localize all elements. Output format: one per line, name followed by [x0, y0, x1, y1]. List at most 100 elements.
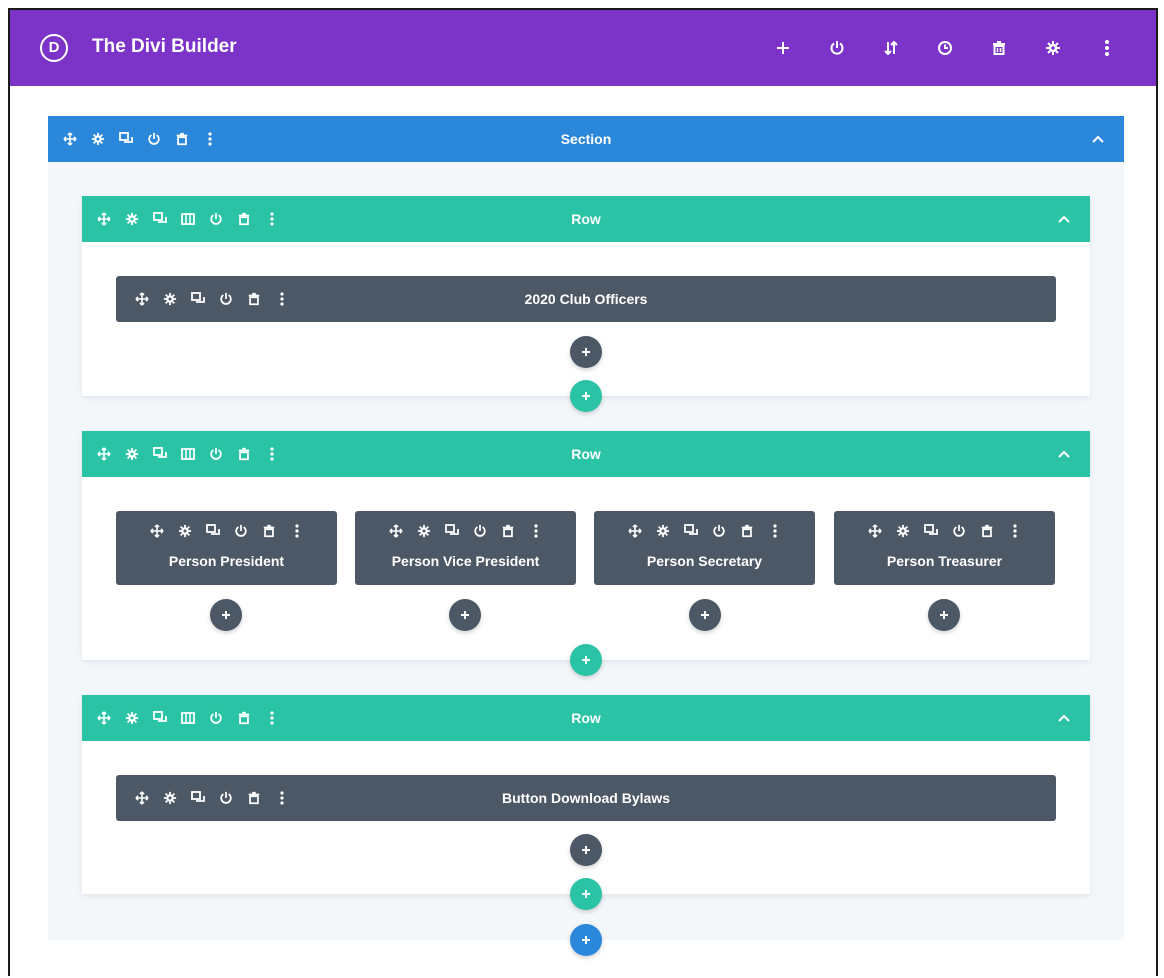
sort-icon[interactable]	[864, 32, 918, 64]
power-icon[interactable]	[472, 523, 488, 539]
more-icon[interactable]	[1007, 523, 1023, 539]
module-label: Person President	[168, 553, 285, 569]
module-controls	[134, 276, 290, 322]
add-module-button[interactable]	[210, 599, 242, 631]
duplicate-icon[interactable]	[152, 710, 168, 726]
add-module-button[interactable]	[928, 599, 960, 631]
duplicate-icon[interactable]	[118, 131, 134, 147]
add-icon[interactable]	[756, 32, 810, 64]
gear-icon[interactable]	[655, 523, 671, 539]
more-icon[interactable]	[264, 446, 280, 462]
row-1: Row 2020 Club Officers	[82, 196, 1090, 412]
more-icon[interactable]	[264, 211, 280, 227]
more-icon[interactable]	[264, 710, 280, 726]
trash-icon[interactable]	[500, 523, 516, 539]
row-controls	[96, 196, 280, 242]
columns-icon[interactable]	[180, 211, 196, 227]
add-row-button[interactable]	[570, 644, 602, 676]
gear-icon[interactable]	[895, 523, 911, 539]
duplicate-icon[interactable]	[444, 523, 460, 539]
move-icon[interactable]	[96, 211, 112, 227]
trash-icon[interactable]	[972, 32, 1026, 64]
more-icon[interactable]	[1080, 32, 1134, 64]
chevron-up-icon[interactable]	[1090, 131, 1106, 147]
duplicate-icon[interactable]	[205, 523, 221, 539]
power-icon[interactable]	[146, 131, 162, 147]
duplicate-icon[interactable]	[152, 211, 168, 227]
duplicate-icon[interactable]	[923, 523, 939, 539]
gear-icon[interactable]	[162, 291, 178, 307]
more-icon[interactable]	[289, 523, 305, 539]
move-icon[interactable]	[149, 523, 165, 539]
move-icon[interactable]	[96, 710, 112, 726]
move-icon[interactable]	[62, 131, 78, 147]
power-icon[interactable]	[208, 446, 224, 462]
power-icon[interactable]	[218, 790, 234, 806]
trash-icon[interactable]	[739, 523, 755, 539]
row-header[interactable]: Row	[82, 695, 1090, 741]
gear-icon[interactable]	[177, 523, 193, 539]
gear-icon[interactable]	[90, 131, 106, 147]
move-icon[interactable]	[627, 523, 643, 539]
more-icon[interactable]	[528, 523, 544, 539]
gear-icon[interactable]	[124, 211, 140, 227]
chevron-up-icon[interactable]	[1056, 710, 1072, 726]
move-icon[interactable]	[134, 291, 150, 307]
move-icon[interactable]	[96, 446, 112, 462]
chevron-up-icon[interactable]	[1056, 211, 1072, 227]
more-icon[interactable]	[202, 131, 218, 147]
trash-icon[interactable]	[236, 710, 252, 726]
module-person[interactable]: Person Vice President	[355, 511, 576, 585]
add-module-button[interactable]	[449, 599, 481, 631]
module-person[interactable]: Person Secretary	[594, 511, 815, 585]
duplicate-icon[interactable]	[152, 446, 168, 462]
toolbar-actions	[756, 32, 1134, 64]
add-row-button[interactable]	[570, 380, 602, 412]
add-module-button[interactable]	[689, 599, 721, 631]
module-person[interactable]: Person President	[116, 511, 337, 585]
power-icon[interactable]	[233, 523, 249, 539]
trash-icon[interactable]	[261, 523, 277, 539]
add-module-button[interactable]	[570, 336, 602, 368]
power-icon[interactable]	[208, 710, 224, 726]
trash-icon[interactable]	[246, 291, 262, 307]
trash-icon[interactable]	[246, 790, 262, 806]
module-person[interactable]: Person Treasurer	[834, 511, 1055, 585]
move-icon[interactable]	[867, 523, 883, 539]
move-icon[interactable]	[134, 790, 150, 806]
gear-icon[interactable]	[416, 523, 432, 539]
duplicate-icon[interactable]	[190, 790, 206, 806]
trash-icon[interactable]	[236, 211, 252, 227]
duplicate-icon[interactable]	[190, 291, 206, 307]
move-icon[interactable]	[388, 523, 404, 539]
trash-icon[interactable]	[979, 523, 995, 539]
module-label: Person Secretary	[646, 553, 763, 569]
power-icon[interactable]	[951, 523, 967, 539]
gear-icon[interactable]	[162, 790, 178, 806]
module-button[interactable]: Button Download Bylaws	[116, 775, 1056, 821]
gear-icon[interactable]	[124, 446, 140, 462]
module-text[interactable]: 2020 Club Officers	[116, 276, 1056, 322]
add-row-button[interactable]	[570, 878, 602, 910]
trash-icon[interactable]	[236, 446, 252, 462]
row-header[interactable]: Row	[82, 431, 1090, 477]
columns-icon[interactable]	[180, 446, 196, 462]
power-icon[interactable]	[711, 523, 727, 539]
row-header[interactable]: Row	[82, 196, 1090, 242]
trash-icon[interactable]	[174, 131, 190, 147]
duplicate-icon[interactable]	[683, 523, 699, 539]
chevron-up-icon[interactable]	[1056, 446, 1072, 462]
history-icon[interactable]	[918, 32, 972, 64]
section-header[interactable]: Section	[48, 116, 1124, 162]
gear-icon[interactable]	[1026, 32, 1080, 64]
more-icon[interactable]	[767, 523, 783, 539]
power-icon[interactable]	[208, 211, 224, 227]
gear-icon[interactable]	[124, 710, 140, 726]
columns-icon[interactable]	[180, 710, 196, 726]
more-icon[interactable]	[274, 291, 290, 307]
add-module-button[interactable]	[570, 834, 602, 866]
add-section-button[interactable]	[570, 924, 602, 956]
power-icon[interactable]	[218, 291, 234, 307]
more-icon[interactable]	[274, 790, 290, 806]
power-icon[interactable]	[810, 32, 864, 64]
